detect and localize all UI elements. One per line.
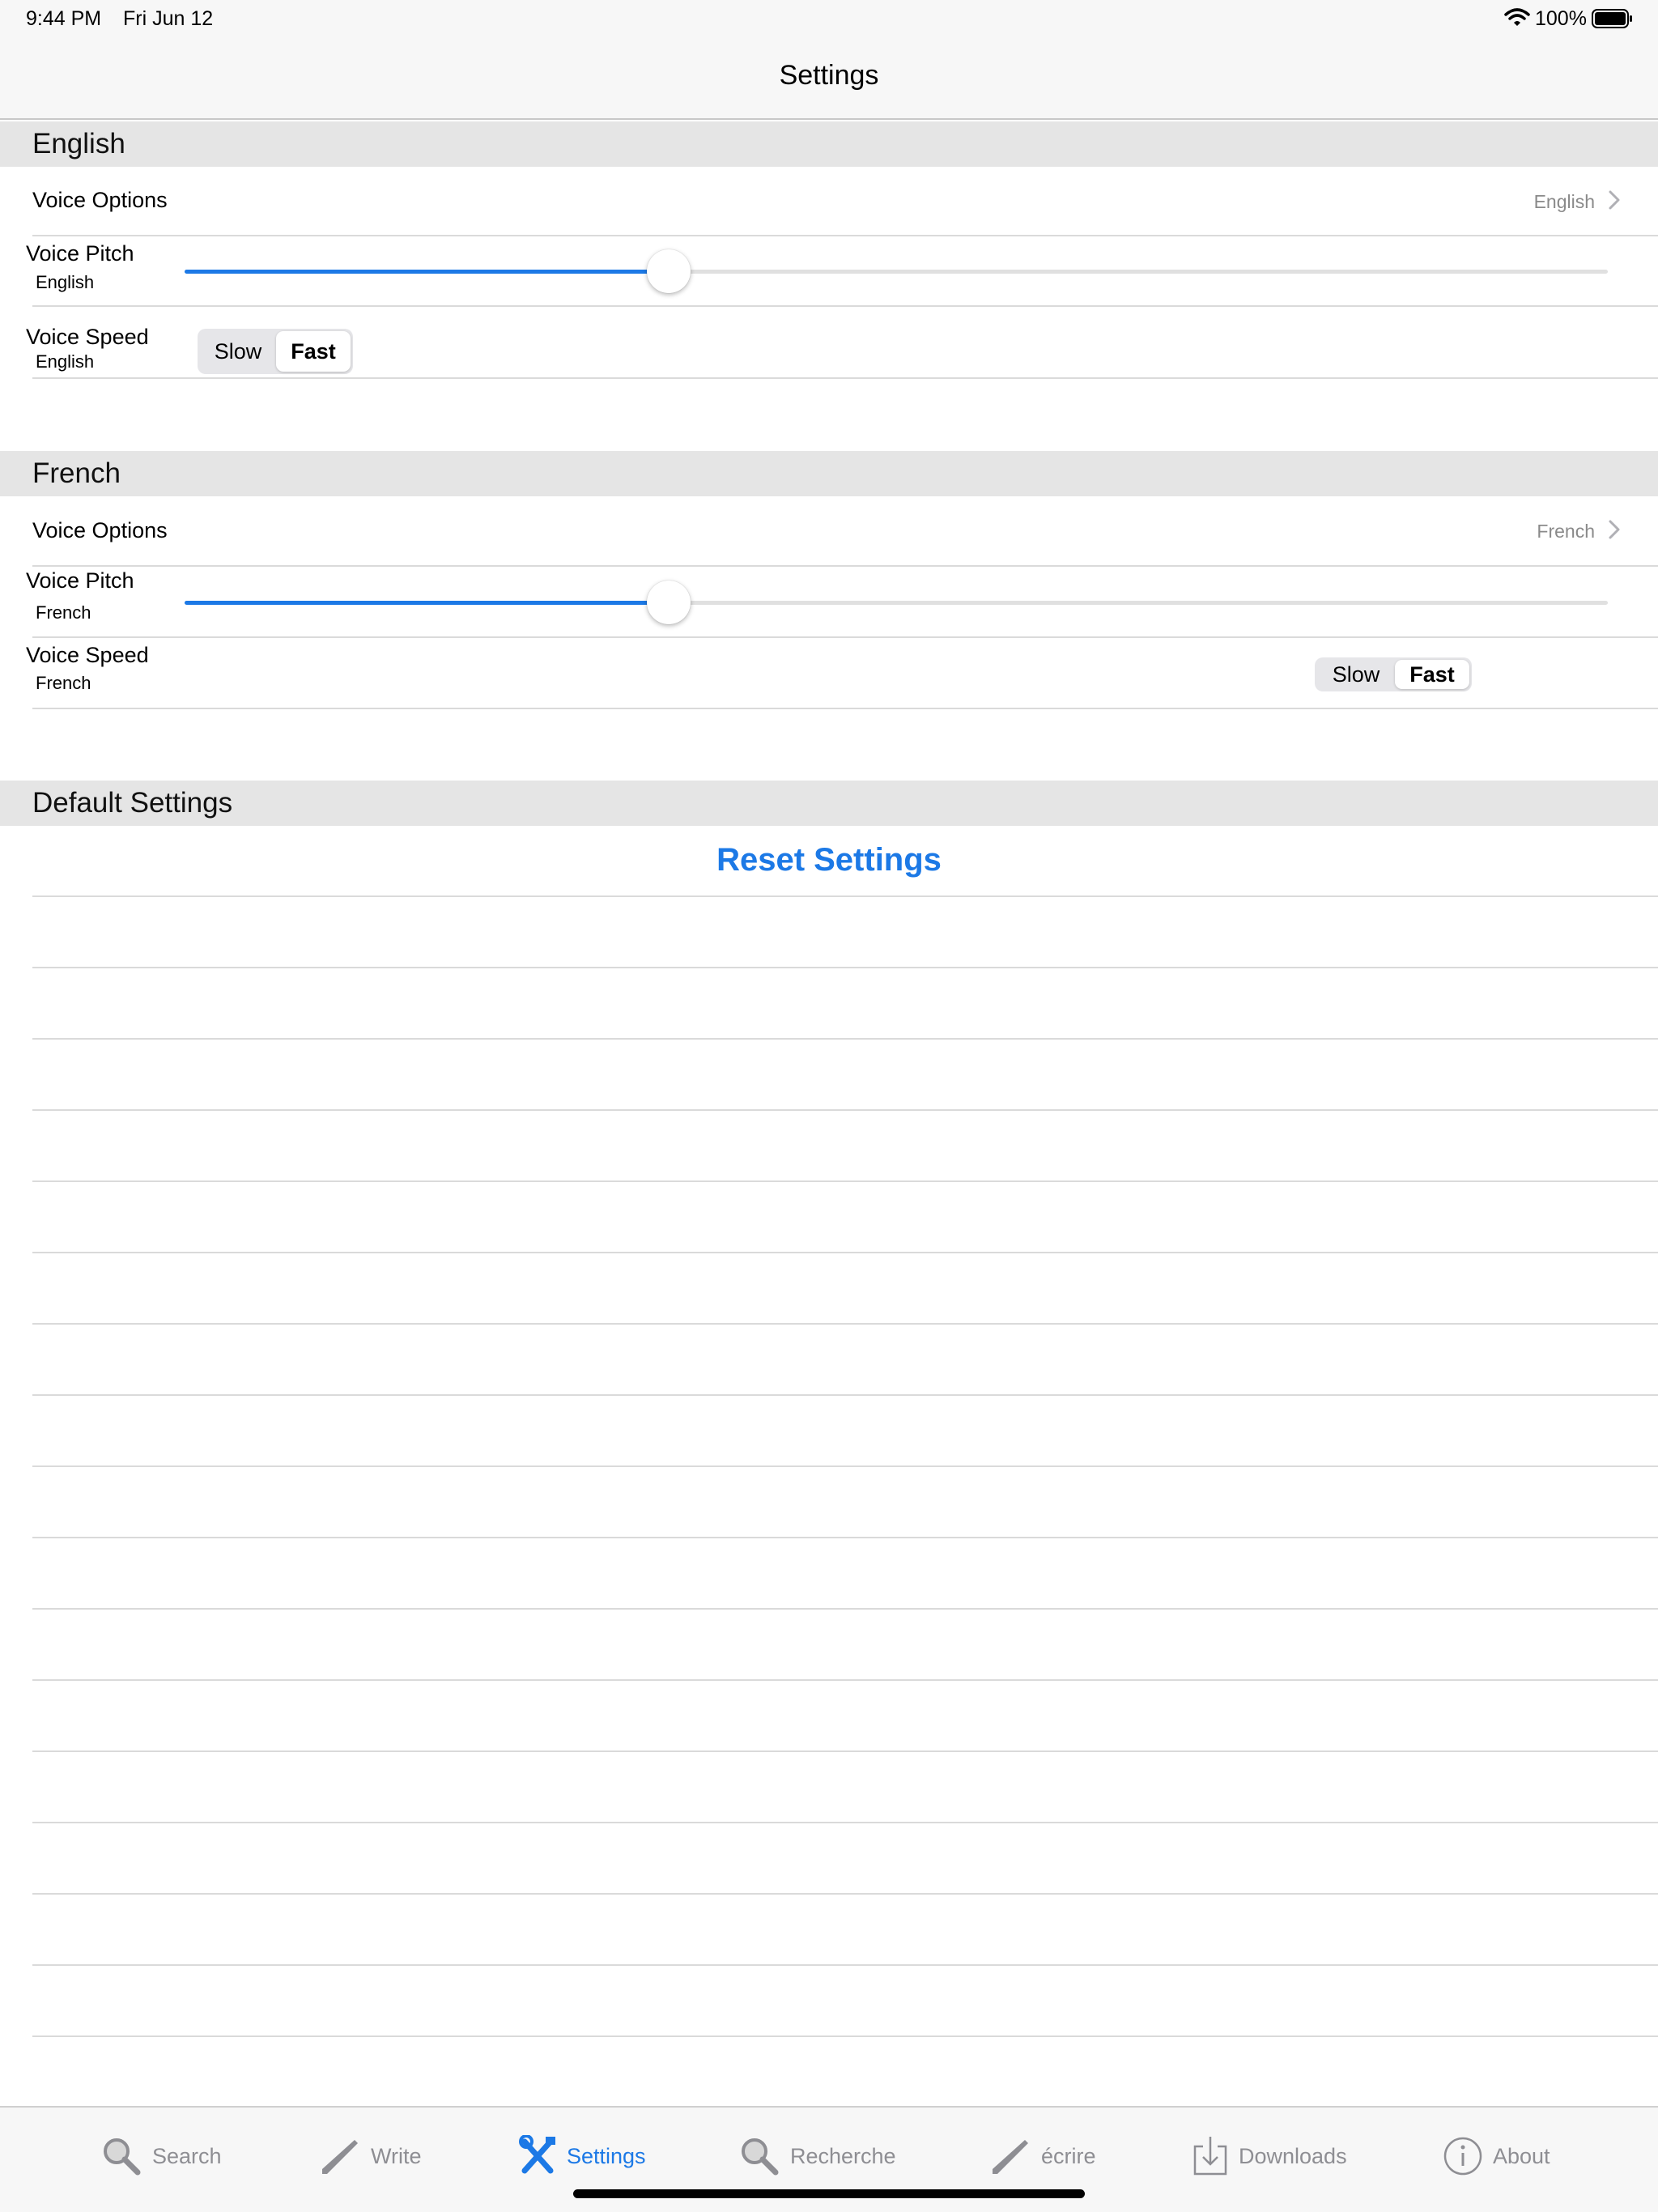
voice-speed-row-french: Voice Speed French Slow Fast <box>0 638 1658 708</box>
voice-options-value: French <box>1537 521 1595 542</box>
tab-ecrire[interactable]: écrire <box>989 2132 1096 2180</box>
section-title: English <box>32 128 125 160</box>
tab-write[interactable]: Write <box>319 2132 422 2180</box>
voice-pitch-row-english: Voice Pitch English <box>0 236 1658 306</box>
section-title: French <box>32 457 121 489</box>
speed-option-slow[interactable]: Slow <box>200 329 276 374</box>
voice-speed-label: Voice Speed <box>26 643 149 667</box>
pitch-slider[interactable] <box>185 581 1608 624</box>
tab-search[interactable]: Search <box>100 2132 222 2180</box>
tab-label: Downloads <box>1239 2143 1347 2168</box>
status-time: 9:44 PM <box>26 7 102 30</box>
divider <box>32 1252 1658 1253</box>
pitch-slider[interactable] <box>185 249 1608 293</box>
divider <box>32 1608 1658 1610</box>
slider-thumb[interactable] <box>647 249 691 293</box>
tab-settings[interactable]: Settings <box>518 2132 646 2180</box>
divider <box>32 895 1658 897</box>
tab-label: Recherche <box>790 2143 896 2168</box>
tab-downloads[interactable]: Downloads <box>1192 2132 1347 2180</box>
tab-label: écrire <box>1041 2143 1096 2168</box>
slider-thumb[interactable] <box>647 581 691 624</box>
pencil-icon <box>989 2135 1031 2177</box>
reset-settings-button[interactable]: Reset Settings <box>0 842 1658 878</box>
speed-option-fast[interactable]: Fast <box>276 331 351 372</box>
magnifier-icon <box>100 2135 142 2177</box>
tab-label: Search <box>152 2143 222 2168</box>
section-header-default: Default Settings <box>0 781 1658 826</box>
voice-options-label: Voice Options <box>32 188 168 212</box>
voice-speed-sublabel: English <box>36 351 95 372</box>
divider <box>32 1537 1658 1538</box>
voice-speed-row-english: Voice Speed English Slow Fast <box>0 307 1658 378</box>
pencil-icon <box>319 2135 361 2177</box>
voice-pitch-label: Voice Pitch <box>26 568 134 593</box>
divider <box>32 1323 1658 1325</box>
divider <box>32 1822 1658 1823</box>
tab-label: Write <box>371 2143 422 2168</box>
divider <box>32 1465 1658 1467</box>
divider <box>32 1109 1658 1111</box>
voice-options-row-english[interactable]: Voice Options English <box>0 167 1658 236</box>
voice-options-row-french[interactable]: Voice Options French <box>0 496 1658 566</box>
tab-about[interactable]: About <box>1443 2132 1550 2180</box>
voice-pitch-sublabel: French <box>36 602 91 623</box>
divider <box>32 1180 1658 1182</box>
download-icon <box>1192 2135 1229 2177</box>
wifi-icon <box>1504 8 1530 32</box>
speed-segmented-control[interactable]: Slow Fast <box>198 329 353 374</box>
chevron-right-icon <box>1608 189 1621 215</box>
divider <box>32 1750 1658 1752</box>
divider <box>32 708 1658 709</box>
tab-label: Settings <box>567 2143 646 2168</box>
page-title: Settings <box>779 60 879 91</box>
chevron-right-icon <box>1608 519 1621 544</box>
voice-pitch-sublabel: English <box>36 272 95 292</box>
voice-options-label: Voice Options <box>32 518 168 542</box>
divider <box>32 1394 1658 1396</box>
section-header-english: English <box>0 121 1658 167</box>
divider <box>32 1893 1658 1895</box>
slider-fill <box>185 601 669 605</box>
voice-speed-label: Voice Speed <box>26 325 149 349</box>
magnifier-icon <box>738 2135 780 2177</box>
status-date: Fri Jun 12 <box>123 7 214 30</box>
speed-segmented-control[interactable]: Slow Fast <box>1315 657 1472 691</box>
voice-pitch-row-french: Voice Pitch French <box>0 567 1658 636</box>
divider <box>32 1679 1658 1681</box>
section-title: Default Settings <box>32 787 233 819</box>
speed-option-slow[interactable]: Slow <box>1317 657 1395 691</box>
tools-icon <box>518 2135 557 2177</box>
speed-option-fast[interactable]: Fast <box>1395 660 1469 689</box>
slider-fill <box>185 270 669 274</box>
divider <box>32 377 1658 379</box>
section-header-french: French <box>0 451 1658 496</box>
tab-recherche[interactable]: Recherche <box>738 2132 896 2180</box>
voice-speed-sublabel: French <box>36 673 91 693</box>
battery-percent: 100% <box>1535 7 1587 30</box>
divider <box>32 1038 1658 1040</box>
tab-label: About <box>1493 2143 1550 2168</box>
divider <box>32 2035 1658 2037</box>
divider <box>32 967 1658 968</box>
voice-options-value: English <box>1533 191 1595 212</box>
home-indicator <box>573 2189 1085 2198</box>
divider <box>32 1964 1658 1966</box>
navigation-bar: Settings <box>0 39 1658 120</box>
status-bar: 9:44 PM Fri Jun 12 100% <box>0 0 1658 39</box>
voice-pitch-label: Voice Pitch <box>26 241 134 266</box>
info-icon <box>1443 2136 1483 2176</box>
battery-icon <box>1592 8 1634 33</box>
